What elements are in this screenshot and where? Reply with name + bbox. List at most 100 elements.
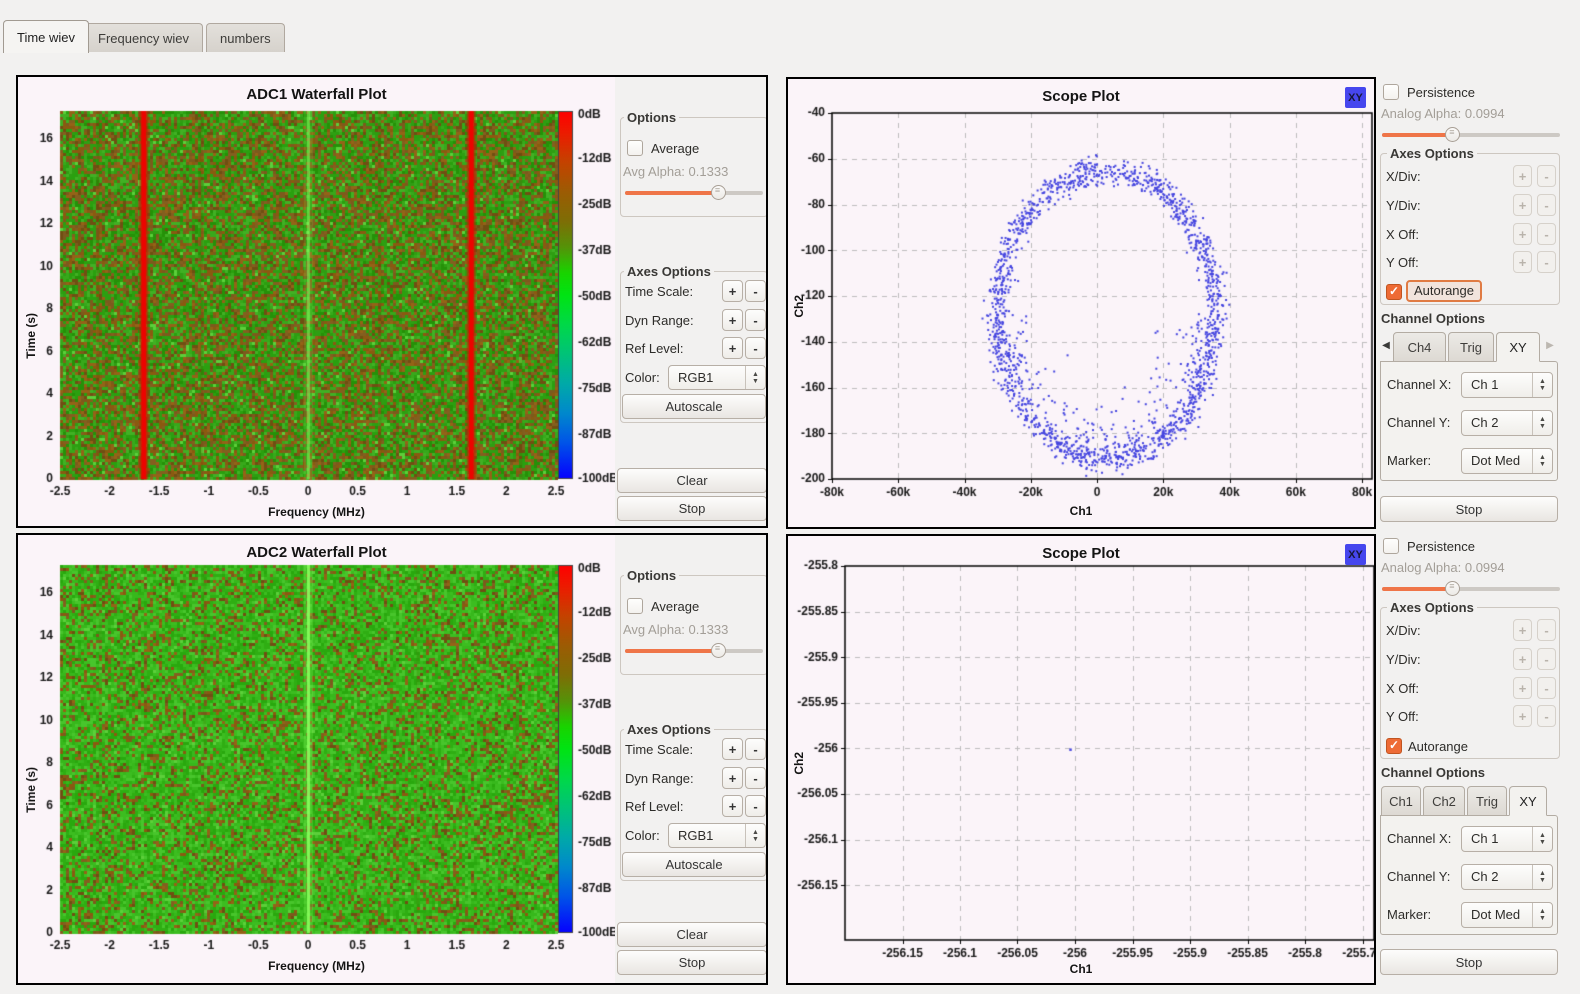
avg-alpha-slider[interactable] bbox=[625, 643, 763, 658]
xdiv-minus-button[interactable]: - bbox=[1537, 165, 1556, 187]
stop-button[interactable]: Stop bbox=[617, 950, 767, 975]
scope2-stop-button[interactable]: Stop bbox=[1380, 949, 1558, 975]
color-spinbox-value: RGB1 bbox=[678, 370, 713, 385]
channel-tab-ch1[interactable]: Ch1 bbox=[1381, 786, 1421, 816]
average-checkbox[interactable] bbox=[627, 598, 643, 614]
slider-handle[interactable] bbox=[1445, 581, 1460, 596]
marker-spinbox[interactable]: Dot Med ▲▼ bbox=[1461, 902, 1553, 928]
ydiv-minus-button[interactable]: - bbox=[1537, 194, 1556, 216]
spinbox-arrows-icon[interactable]: ▲▼ bbox=[745, 824, 765, 847]
analog-alpha-slider[interactable] bbox=[1382, 127, 1560, 142]
dyn-range-minus-button[interactable]: - bbox=[745, 767, 766, 789]
tab-numbers[interactable]: numbers bbox=[206, 23, 285, 52]
channel-x-spinbox[interactable]: Ch 1 ▲▼ bbox=[1461, 372, 1553, 398]
marker-value: Dot Med bbox=[1471, 453, 1520, 468]
dyn-range-plus-button[interactable]: + bbox=[722, 309, 743, 331]
time-scale-label: Time Scale: bbox=[625, 284, 693, 299]
adc2-waterfall-canvas[interactable] bbox=[18, 535, 615, 983]
spinbox-arrows-icon[interactable]: ▲▼ bbox=[745, 366, 765, 389]
autoscale-button[interactable]: Autoscale bbox=[622, 852, 766, 877]
ydiv-plus-button[interactable]: + bbox=[1513, 194, 1532, 216]
ref-level-minus-button[interactable]: - bbox=[745, 337, 766, 359]
axes-options-group-title: Axes Options bbox=[624, 264, 714, 279]
yoff-minus-button[interactable]: - bbox=[1537, 251, 1556, 273]
time-scale-plus-button[interactable]: + bbox=[722, 280, 743, 302]
spinbox-arrows-icon[interactable]: ▲▼ bbox=[1532, 903, 1552, 927]
tab-numbers-label: numbers bbox=[220, 31, 271, 46]
xoff-plus-button[interactable]: + bbox=[1513, 677, 1532, 699]
xoff-plus-button[interactable]: + bbox=[1513, 223, 1532, 245]
slider-handle[interactable] bbox=[711, 643, 726, 658]
ref-level-plus-button[interactable]: + bbox=[722, 795, 743, 817]
scope1-xlabel: Ch1 bbox=[788, 504, 1374, 518]
marker-spinbox[interactable]: Dot Med ▲▼ bbox=[1461, 448, 1553, 474]
channel-tab-trig[interactable]: Trig bbox=[1448, 332, 1494, 362]
ydiv-minus-button[interactable]: - bbox=[1537, 648, 1556, 670]
spinbox-arrows-icon[interactable]: ▲▼ bbox=[1532, 865, 1552, 889]
time-scale-plus-button[interactable]: + bbox=[722, 738, 743, 760]
channel-tab-ch4[interactable]: Ch4 bbox=[1393, 332, 1446, 362]
autorange-label[interactable]: Autorange bbox=[1408, 739, 1468, 754]
stop-button[interactable]: Stop bbox=[617, 496, 767, 521]
scope2-ylabel: Ch2 bbox=[792, 752, 806, 775]
time-scale-label: Time Scale: bbox=[625, 742, 693, 757]
channel-tab-trig[interactable]: Trig bbox=[1467, 786, 1507, 816]
color-spinbox[interactable]: RGB1 ▲▼ bbox=[668, 365, 766, 390]
tab-time-view[interactable]: Time wiev bbox=[3, 20, 89, 53]
xoff-label: X Off: bbox=[1386, 681, 1419, 696]
dyn-range-plus-button[interactable]: + bbox=[722, 767, 743, 789]
slider-handle[interactable] bbox=[711, 185, 726, 200]
xoff-minus-button[interactable]: - bbox=[1537, 223, 1556, 245]
color-spinbox[interactable]: RGB1 ▲▼ bbox=[668, 823, 766, 848]
ref-level-label: Ref Level: bbox=[625, 341, 684, 356]
xdiv-plus-button[interactable]: + bbox=[1513, 619, 1532, 641]
slider-handle[interactable] bbox=[1445, 127, 1460, 142]
yoff-plus-button[interactable]: + bbox=[1513, 705, 1532, 727]
autoscale-button[interactable]: Autoscale bbox=[622, 394, 766, 419]
scope1-stop-button[interactable]: Stop bbox=[1380, 496, 1558, 522]
yoff-minus-button[interactable]: - bbox=[1537, 705, 1556, 727]
xdiv-plus-button[interactable]: + bbox=[1513, 165, 1532, 187]
clear-button[interactable]: Clear bbox=[617, 922, 767, 947]
spinbox-arrows-icon[interactable]: ▲▼ bbox=[1532, 373, 1552, 397]
channel-x-spinbox[interactable]: Ch 1 ▲▼ bbox=[1461, 826, 1553, 852]
autorange-label[interactable]: Autorange bbox=[1406, 280, 1482, 302]
channel-y-spinbox[interactable]: Ch 2 ▲▼ bbox=[1461, 410, 1553, 436]
channel-tab-xy[interactable]: XY bbox=[1509, 786, 1547, 816]
autorange-checkbox[interactable] bbox=[1386, 738, 1402, 754]
xoff-minus-button[interactable]: - bbox=[1537, 677, 1556, 699]
dyn-range-minus-button[interactable]: - bbox=[745, 309, 766, 331]
channel-tab-ch2[interactable]: Ch2 bbox=[1423, 786, 1465, 816]
adc1-plot-title: ADC1 Waterfall Plot bbox=[18, 86, 615, 103]
adc1-waterfall-canvas[interactable] bbox=[18, 77, 615, 526]
spinbox-arrows-icon[interactable]: ▲▼ bbox=[1532, 449, 1552, 473]
tab-scroll-left-icon[interactable]: ◀ bbox=[1380, 340, 1392, 351]
ref-level-plus-button[interactable]: + bbox=[722, 337, 743, 359]
scope2-canvas[interactable] bbox=[788, 536, 1374, 983]
channel-y-label: Channel Y: bbox=[1387, 415, 1450, 430]
persistence-checkbox[interactable] bbox=[1383, 84, 1399, 100]
average-label: Average bbox=[651, 141, 699, 156]
clear-button[interactable]: Clear bbox=[617, 468, 767, 493]
xdiv-minus-button[interactable]: - bbox=[1537, 619, 1556, 641]
analog-alpha-slider[interactable] bbox=[1382, 581, 1560, 596]
channel-y-spinbox[interactable]: Ch 2 ▲▼ bbox=[1461, 864, 1553, 890]
ref-level-minus-button[interactable]: - bbox=[745, 795, 766, 817]
scope1-canvas[interactable] bbox=[788, 79, 1374, 527]
persistence-checkbox[interactable] bbox=[1383, 538, 1399, 554]
autorange-checkbox[interactable] bbox=[1386, 284, 1402, 300]
ydiv-plus-button[interactable]: + bbox=[1513, 648, 1532, 670]
time-scale-minus-button[interactable]: - bbox=[745, 280, 766, 302]
channel-tab-xy[interactable]: XY bbox=[1496, 332, 1540, 362]
scope1-xy-badge: XY bbox=[1345, 87, 1366, 108]
dyn-range-label: Dyn Range: bbox=[625, 771, 694, 786]
spinbox-arrows-icon[interactable]: ▲▼ bbox=[1532, 827, 1552, 851]
avg-alpha-slider[interactable] bbox=[625, 185, 763, 200]
time-scale-minus-button[interactable]: - bbox=[745, 738, 766, 760]
yoff-label: Y Off: bbox=[1386, 709, 1419, 724]
spinbox-arrows-icon[interactable]: ▲▼ bbox=[1532, 411, 1552, 435]
tab-frequency-view[interactable]: Frequency wiev bbox=[84, 23, 203, 52]
yoff-plus-button[interactable]: + bbox=[1513, 251, 1532, 273]
tab-scroll-right-icon[interactable]: ▶ bbox=[1544, 340, 1556, 351]
average-checkbox[interactable] bbox=[627, 140, 643, 156]
